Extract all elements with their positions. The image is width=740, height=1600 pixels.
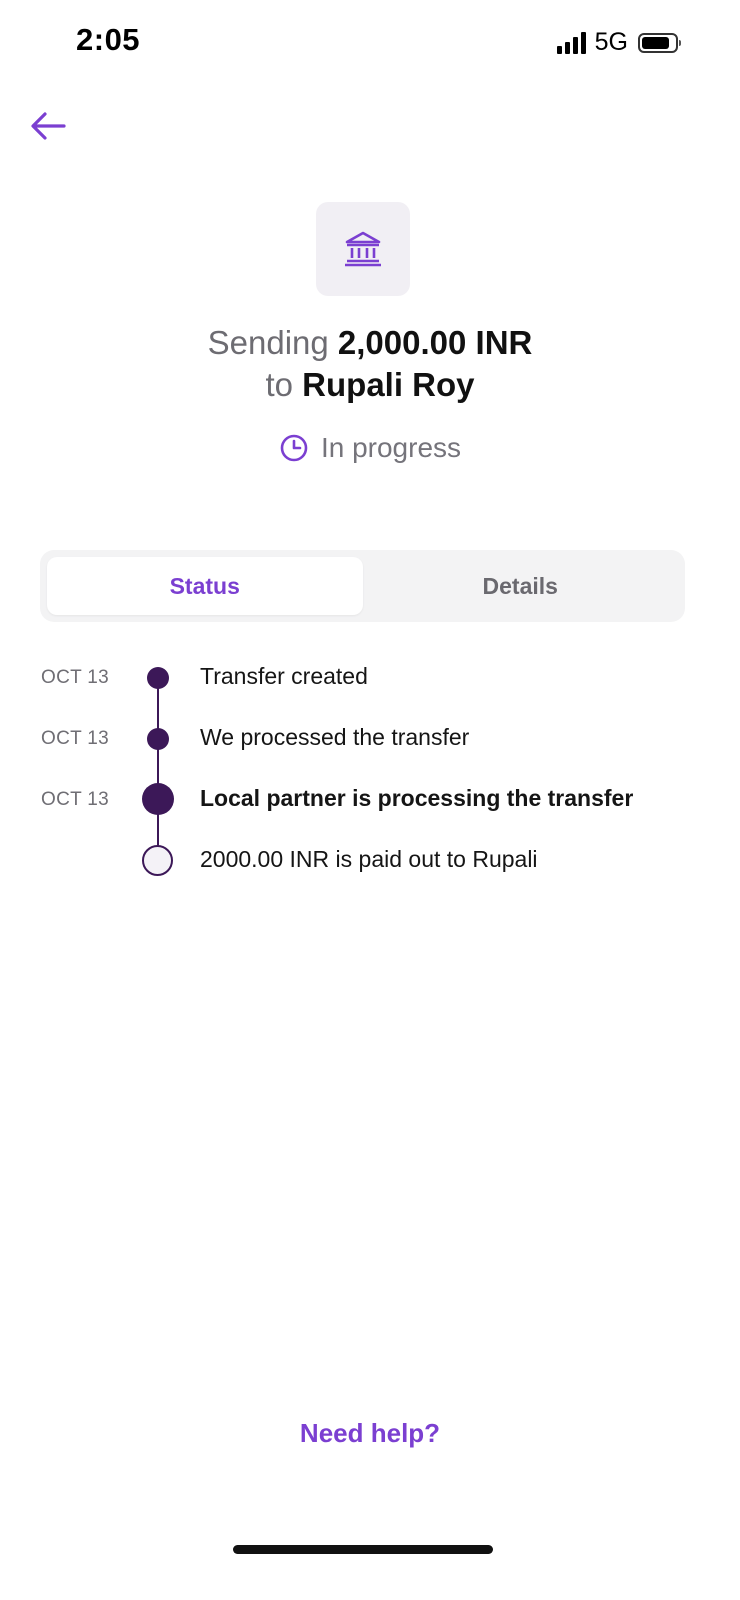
recipient-name: Rupali Roy bbox=[302, 366, 475, 403]
timeline-step-pending: 2000.00 INR is paid out to Rupali bbox=[0, 840, 740, 880]
step-date: OCT 13 bbox=[41, 789, 109, 810]
need-help-link[interactable]: Need help? bbox=[0, 1418, 740, 1449]
step-label: Local partner is processing the transfer bbox=[200, 785, 634, 811]
step-label: We processed the transfer bbox=[200, 724, 470, 750]
home-indicator[interactable] bbox=[233, 1545, 493, 1554]
segmented-tabs: Status Details bbox=[40, 550, 685, 622]
summary-line-recipient: to Rupali Roy bbox=[0, 364, 740, 406]
timeline-step: OCT 13 Transfer created bbox=[0, 657, 740, 697]
network-type: 5G bbox=[594, 28, 628, 56]
timeline-step-current: OCT 13 Local partner is processing the t… bbox=[0, 779, 740, 819]
status-bar: 2:05 5G bbox=[0, 0, 740, 86]
recipient-bank-tile bbox=[316, 202, 410, 296]
bank-icon bbox=[345, 231, 381, 267]
clock-icon bbox=[280, 434, 308, 462]
timeline-step: OCT 13 We processed the transfer bbox=[0, 718, 740, 758]
signal-icon bbox=[556, 31, 586, 54]
step-done-dot bbox=[147, 667, 169, 689]
step-date: OCT 13 bbox=[41, 728, 109, 749]
transfer-status: In progress bbox=[0, 432, 740, 464]
tab-details[interactable]: Details bbox=[363, 557, 679, 615]
step-date: OCT 13 bbox=[41, 667, 109, 688]
status-text: In progress bbox=[320, 432, 462, 463]
step-current-dot bbox=[142, 783, 174, 815]
step-label: Transfer created bbox=[200, 663, 368, 689]
step-label: 2000.00 INR is paid out to Rupali bbox=[200, 846, 538, 872]
back-button[interactable] bbox=[26, 106, 70, 146]
timeline-connector bbox=[157, 677, 159, 860]
battery-tip bbox=[679, 39, 681, 46]
battery-icon bbox=[638, 32, 681, 53]
to-prefix: to bbox=[265, 366, 293, 403]
transfer-amount: 2,000.00 INR bbox=[337, 324, 533, 361]
step-pending-dot bbox=[142, 845, 173, 876]
step-done-dot bbox=[147, 728, 169, 750]
arrow-left-icon bbox=[31, 112, 66, 140]
battery-level bbox=[642, 36, 670, 49]
summary-line-amount: Sending 2,000.00 INR bbox=[0, 322, 740, 364]
status-timeline: OCT 13 Transfer created OCT 13 We proces… bbox=[0, 640, 740, 900]
status-indicators: 5G bbox=[556, 28, 681, 57]
status-time: 2:05 bbox=[76, 22, 141, 57]
sending-prefix: Sending bbox=[207, 324, 329, 361]
transfer-summary: Sending 2,000.00 INR to Rupali Roy bbox=[0, 322, 740, 406]
tab-status[interactable]: Status bbox=[47, 557, 363, 615]
